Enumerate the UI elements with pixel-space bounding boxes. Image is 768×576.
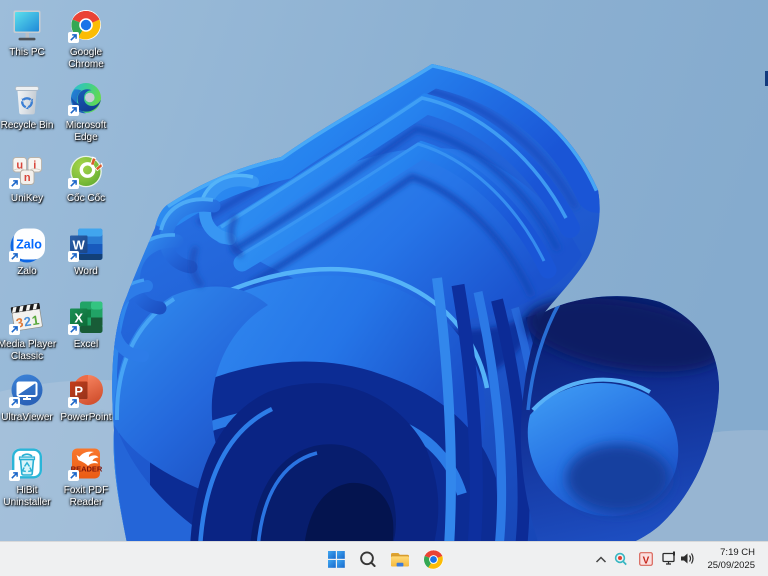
svg-text:X: X [74, 311, 83, 326]
svg-text:n: n [24, 172, 31, 184]
svg-text:W: W [73, 238, 86, 253]
svg-text:V: V [643, 556, 650, 567]
svg-text:Zalo: Zalo [16, 238, 42, 252]
svg-text:P: P [74, 384, 83, 399]
svg-text:u: u [16, 160, 23, 172]
svg-text:i: i [33, 160, 36, 172]
